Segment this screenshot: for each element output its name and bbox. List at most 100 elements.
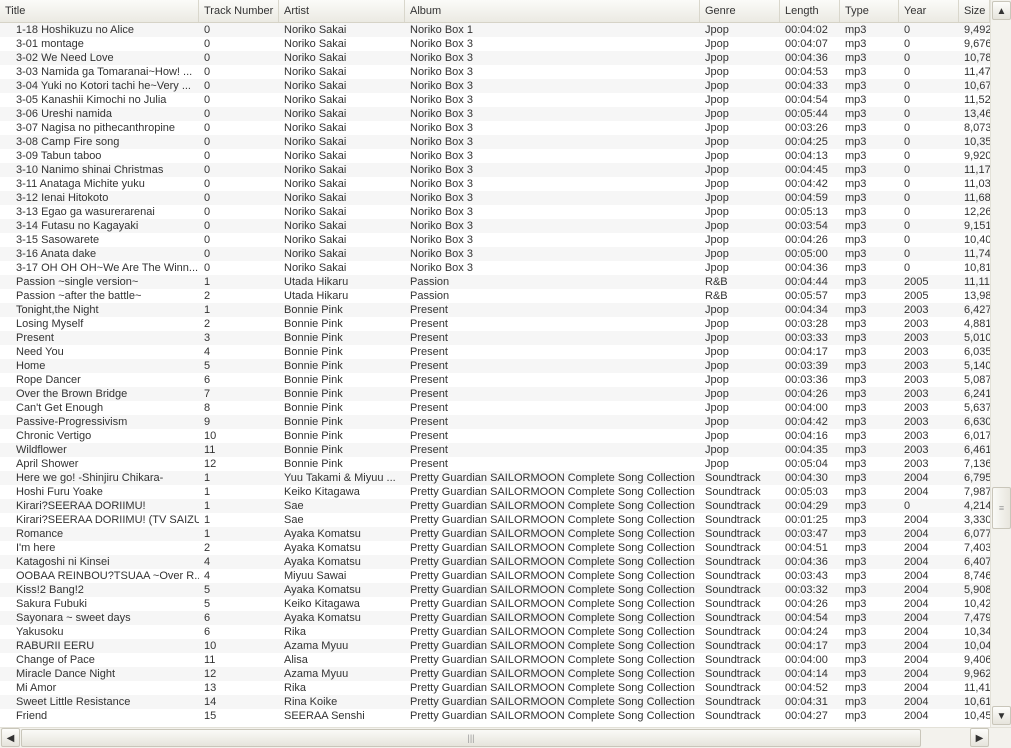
- table-row[interactable]: Kirari?SEERAA DORIIMU! (TV SAIZU) 1 Sae Pre…: [0, 513, 990, 527]
- cell-genre: Jpop: [705, 388, 729, 400]
- cell-year: 0: [904, 136, 911, 148]
- table-row[interactable]: Rope Dancer 6 Bonnie Pink Present Jpop 00:03:…: [0, 373, 990, 387]
- table-row[interactable]: 3-12 Ienai Hitokoto 0 Noriko Sakai Noriko B…: [0, 191, 990, 205]
- column-header-track-number[interactable]: Track Number: [199, 0, 279, 22]
- column-header-artist[interactable]: Artist: [279, 0, 405, 22]
- table-row[interactable]: 3-08 Camp Fire song 0 Noriko Sakai Noriko B…: [0, 135, 990, 149]
- table-row[interactable]: 3-05 Kanashii Kimochi no Julia 0 Noriko Sa…: [0, 93, 990, 107]
- cell-track-number: 0: [204, 38, 211, 50]
- column-header-year[interactable]: Year: [899, 0, 959, 22]
- cell-genre: Soundtrack: [705, 682, 761, 694]
- table-row[interactable]: Over the Brown Bridge 7 Bonnie Pink Present…: [0, 387, 990, 401]
- cell-artist: Bonnie Pink: [284, 388, 343, 400]
- cell-size: 11,03: [964, 178, 990, 190]
- table-row[interactable]: Need You 4 Bonnie Pink Present Jpop 00:04:17 m…: [0, 345, 990, 359]
- table-row[interactable]: Present 3 Bonnie Pink Present Jpop 00:03:33 mp…: [0, 331, 990, 345]
- table-row[interactable]: 3-09 Tabun taboo 0 Noriko Sakai Noriko Box …: [0, 149, 990, 163]
- table-row[interactable]: 3-10 Nanimo shinai Christmas 0 Noriko Saka…: [0, 163, 990, 177]
- table-row[interactable]: Passive-Progressivism 9 Bonnie Pink Present…: [0, 415, 990, 429]
- cell-type: mp3: [845, 570, 867, 582]
- cell-title: Need You: [16, 346, 64, 358]
- table-row[interactable]: Wildflower 11 Bonnie Pink Present Jpop 00:04:…: [0, 443, 990, 457]
- table-row[interactable]: Losing Myself 2 Bonnie Pink Present Jpop 00:0…: [0, 317, 990, 331]
- column-header-type[interactable]: Type: [840, 0, 899, 22]
- table-row[interactable]: Change of Pace 11 Alisa Pretty Guardian SAI…: [0, 653, 990, 667]
- cell-length: 00:04:52: [785, 682, 828, 694]
- table-row[interactable]: 3-11 Anataga Michite yuku 0 Noriko Sakai No…: [0, 177, 990, 191]
- cell-album: Noriko Box 3: [410, 192, 473, 204]
- cell-title: Home: [16, 360, 46, 372]
- table-row[interactable]: Tonight,the Night 1 Bonnie Pink Present Jpop…: [0, 303, 990, 317]
- table-row[interactable]: Kiss!2 Bang!2 5 Ayaka Komatsu Pretty Guardi…: [0, 583, 990, 597]
- cell-artist: Noriko Sakai: [284, 178, 347, 190]
- cell-genre: Jpop: [705, 150, 729, 162]
- table-row[interactable]: Chronic Vertigo 10 Bonnie Pink Present Jpop 0…: [0, 429, 990, 443]
- scroll-right-button[interactable]: ▶: [970, 728, 989, 747]
- table-row[interactable]: Yakusoku 6 Rika Pretty Guardian SAILORMOON …: [0, 625, 990, 639]
- table-row[interactable]: Passion ~after the battle~ 2 Utada Hikaru P…: [0, 289, 990, 303]
- table-row[interactable]: Hoshi Furu Yoake 1 Keiko Kitagawa Pretty Gu…: [0, 485, 990, 499]
- vertical-scroll-thumb[interactable]: ≡: [992, 487, 1011, 529]
- cell-artist: Utada Hikaru: [284, 290, 349, 302]
- cell-year: 2004: [904, 682, 929, 694]
- cell-type: mp3: [845, 192, 867, 204]
- table-row[interactable]: Katagoshi ni Kinsei 4 Ayaka Komatsu Pretty …: [0, 555, 990, 569]
- table-row[interactable]: Mi Amor 13 Rika Pretty Guardian SAILORMOON …: [0, 681, 990, 695]
- table-row[interactable]: Friend 15 SEERAA Senshi Pretty Guardian SAI…: [0, 709, 990, 723]
- table-row[interactable]: I'm here 2 Ayaka Komatsu Pretty Guardian SA…: [0, 541, 990, 555]
- cell-length: 00:03:43: [785, 570, 828, 582]
- cell-title: Sweet Little Resistance: [16, 696, 131, 708]
- scroll-up-button[interactable]: ▲: [992, 1, 1011, 20]
- column-header-size[interactable]: Size: [959, 0, 990, 22]
- table-row[interactable]: Home 5 Bonnie Pink Present Jpop 00:03:39 mp3 20…: [0, 359, 990, 373]
- cell-size: 10,67: [964, 80, 990, 92]
- table-row[interactable]: Sayonara ~ sweet days 6 Ayaka Komatsu Prett…: [0, 611, 990, 625]
- cell-title: Sayonara ~ sweet days: [16, 612, 131, 624]
- table-row[interactable]: Passion ~single version~ 1 Utada Hikaru Pas…: [0, 275, 990, 289]
- table-row[interactable]: 3-04 Yuki no Kotori tachi he~Very ... 0 No…: [0, 79, 990, 93]
- cell-track-number: 0: [204, 94, 211, 106]
- scroll-left-button[interactable]: ◀: [1, 728, 20, 747]
- table-row[interactable]: 3-03 Namida ga Tomaranai~How! ... 0 Noriko…: [0, 65, 990, 79]
- column-header-album[interactable]: Album: [405, 0, 700, 22]
- cell-track-number: 0: [204, 136, 211, 148]
- table-row[interactable]: OOBAA REINBOU?TSUAA ~Over R... 4 Miyuu Saw…: [0, 569, 990, 583]
- cell-length: 00:04:25: [785, 136, 828, 148]
- table-row[interactable]: RABURII EERU 10 Azama Myuu Pretty Guardian …: [0, 639, 990, 653]
- table-row[interactable]: Romance 1 Ayaka Komatsu Pretty Guardian SAI…: [0, 527, 990, 541]
- table-row[interactable]: April Shower 12 Bonnie Pink Present Jpop 00:0…: [0, 457, 990, 471]
- table-row[interactable]: Here we go! -Shinjiru Chikara- 1 Yuu Takam…: [0, 471, 990, 485]
- horizontal-scrollbar[interactable]: ◀ ||| ▶: [0, 727, 1011, 748]
- table-row[interactable]: Can't Get Enough 8 Bonnie Pink Present Jpop 0…: [0, 401, 990, 415]
- column-header-length[interactable]: Length: [780, 0, 840, 22]
- scroll-down-button[interactable]: ▼: [992, 706, 1011, 725]
- vertical-scrollbar[interactable]: ▲ ≡ ▼: [990, 0, 1011, 727]
- cell-album: Noriko Box 3: [410, 220, 473, 232]
- cell-artist: Sae: [284, 514, 304, 526]
- cell-year: 0: [904, 94, 911, 106]
- table-row[interactable]: Miracle Dance Night 12 Azama Myuu Pretty Gu…: [0, 667, 990, 681]
- table-row[interactable]: 3-01 montage 0 Noriko Sakai Noriko Box 3 Jpo…: [0, 37, 990, 51]
- cell-genre: Soundtrack: [705, 696, 761, 708]
- cell-album: Pretty Guardian SAILORMOON Complete Song…: [410, 668, 695, 680]
- table-row[interactable]: 3-14 Futasu no Kagayaki 0 Noriko Sakai Nori…: [0, 219, 990, 233]
- table-row[interactable]: Sweet Little Resistance 14 Rina Koike Prett…: [0, 695, 990, 709]
- cell-title: 3-14 Futasu no Kagayaki: [16, 220, 139, 232]
- table-row[interactable]: 3-07 Nagisa no pithecanthropine 0 Noriko S…: [0, 121, 990, 135]
- horizontal-scroll-thumb[interactable]: |||: [21, 729, 921, 747]
- table-row[interactable]: 3-17 OH OH OH~We Are The Winn... 0 Noriko …: [0, 261, 990, 275]
- table-row[interactable]: Kirari?SEERAA DORIIMU! 1 Sae Pretty Guardia…: [0, 499, 990, 513]
- cell-title: Here we go! -Shinjiru Chikara-: [16, 472, 164, 484]
- table-row[interactable]: 3-06 Ureshi namida 0 Noriko Sakai Noriko Bo…: [0, 107, 990, 121]
- column-header-title[interactable]: Title: [0, 0, 199, 22]
- table-row[interactable]: 3-02 We Need Love 0 Noriko Sakai Noriko Box…: [0, 51, 990, 65]
- cell-artist: Ayaka Komatsu: [284, 542, 361, 554]
- table-row[interactable]: 3-15 Sasowarete 0 Noriko Sakai Noriko Box 3…: [0, 233, 990, 247]
- table-row[interactable]: 3-16 Anata dake 0 Noriko Sakai Noriko Box 3…: [0, 247, 990, 261]
- cell-year: 0: [904, 122, 911, 134]
- column-header-genre[interactable]: Genre: [700, 0, 780, 22]
- cell-size: 9,962: [964, 668, 990, 680]
- table-row[interactable]: 3-13 Egao ga wasurerarenai 0 Noriko Sakai N…: [0, 205, 990, 219]
- table-row[interactable]: Sakura Fubuki 5 Keiko Kitagawa Pretty Guard…: [0, 597, 990, 611]
- table-row[interactable]: 1-18 Hoshikuzu no Alice 0 Noriko Sakai Nori…: [0, 23, 990, 37]
